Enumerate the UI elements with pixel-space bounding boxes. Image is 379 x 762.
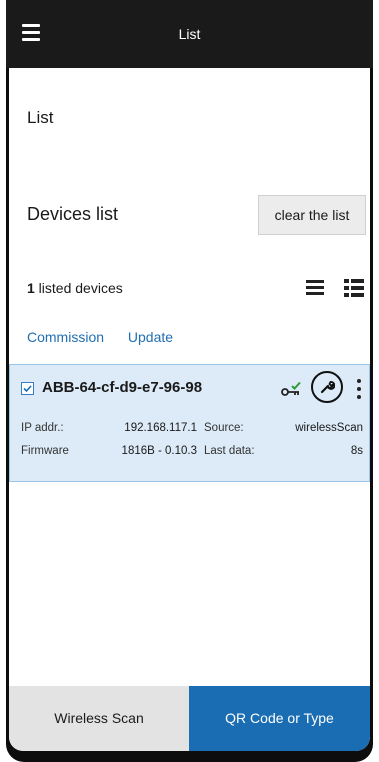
wrench-icon [320,381,335,394]
update-link[interactable]: Update [128,329,173,345]
list-view-icon[interactable] [306,280,324,296]
top-app-bar: List [6,0,373,68]
wireless-scan-button[interactable]: Wireless Scan [9,686,189,751]
checkmark-icon [23,385,32,393]
last-data-label: Last data: [204,445,255,457]
device-count-label: listed devices [34,280,123,296]
source-label: Source: [204,422,244,434]
bulk-actions: Commission Update [27,329,193,345]
device-count-number: 1 [27,280,35,296]
firmware-value: 1816B - 0.10.3 [121,445,197,457]
source-value: wirelessScan [295,422,363,434]
page-title: List [27,108,54,127]
ip-value: 192.168.117.1 [124,422,197,434]
ip-label: IP addr.: [21,422,64,434]
firmware-label: Firmware [21,445,69,457]
devices-list-heading: Devices list [27,204,119,224]
main-content: List Devices list clear the list 1 liste… [9,68,370,751]
table-view-icon[interactable] [344,279,364,297]
bottom-action-bar: Wireless Scan QR Code or Type [9,686,370,751]
more-options-icon[interactable] [356,378,362,400]
configure-wrench-button[interactable] [311,371,343,403]
device-checkbox[interactable] [21,382,34,395]
qr-code-or-type-button[interactable]: QR Code or Type [189,686,370,751]
last-data-value: 8s [350,445,363,457]
clear-list-button[interactable]: clear the list [258,195,366,235]
listed-devices-count: 1 listed devices [27,280,123,296]
commission-link[interactable]: Commission [27,329,104,345]
phone-frame: List List Devices list clear the list 1 … [6,0,373,762]
app-bar-title: List [178,26,201,42]
device-card[interactable]: ABB-64-cf-d9-e7-96-98 IP addr.: 192.168.… [9,364,370,482]
key-check-icon [281,381,301,396]
device-name: ABB-64-cf-d9-e7-96-98 [42,379,203,396]
